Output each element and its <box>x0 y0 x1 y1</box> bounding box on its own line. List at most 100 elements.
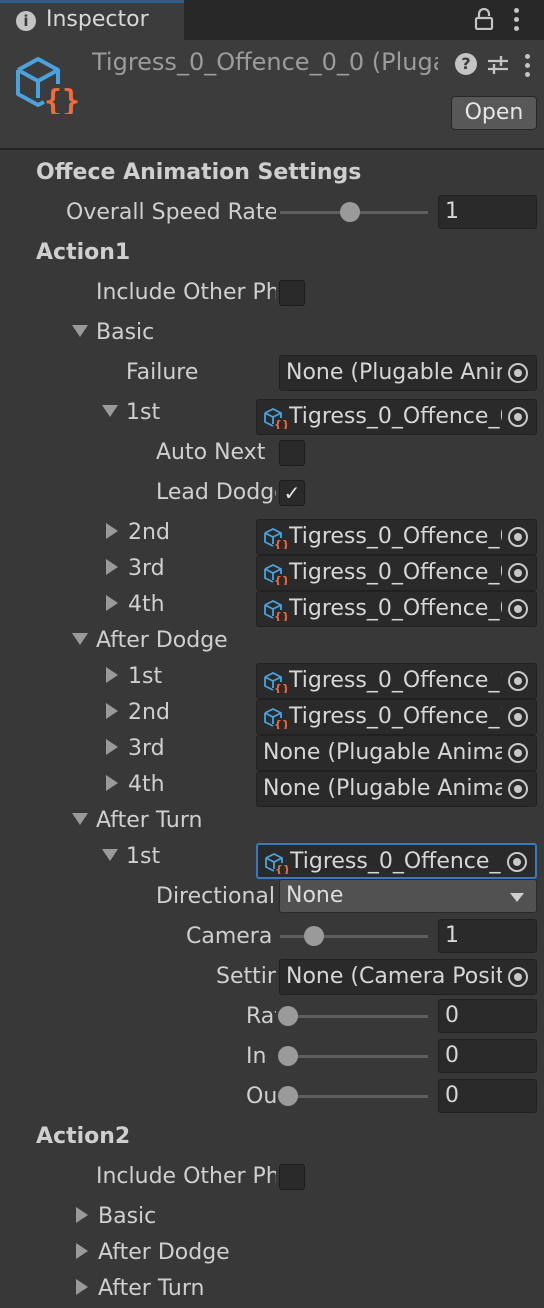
tab-menu-icon[interactable] <box>514 8 520 32</box>
out-slider-thumb[interactable] <box>278 1086 298 1106</box>
basic-1st-foldout[interactable]: 1st <box>102 400 160 425</box>
svg-text:{}: {} <box>274 718 287 729</box>
in-field[interactable]: 0 <box>438 1039 537 1073</box>
action2-after-dodge-label: After Dodge <box>98 1240 230 1265</box>
after-dodge-3rd-foldout[interactable]: 3rd <box>102 736 165 761</box>
open-button[interactable]: Open <box>451 96 537 130</box>
lock-icon[interactable] <box>474 8 494 30</box>
after-dodge-2nd-object-field[interactable]: {} Tigress_0_Offence_1_1 <box>256 699 537 735</box>
rate-slider-thumb[interactable] <box>278 1006 298 1026</box>
in-slider-thumb[interactable] <box>278 1046 298 1066</box>
after-dodge-4th-foldout[interactable]: 4th <box>102 772 165 797</box>
object-picker-icon[interactable] <box>507 852 527 872</box>
action2-include-other-checkbox[interactable] <box>279 1164 305 1190</box>
action2-after-dodge-foldout[interactable]: After Dodge <box>72 1240 230 1265</box>
basic-3rd-value: Tigress_0_Offence_0_2 <box>289 560 502 585</box>
after-dodge-3rd-object-field[interactable]: None (Plugable Animation Settings) <box>256 735 537 771</box>
basic-3rd-foldout[interactable]: 3rd <box>102 556 165 581</box>
offence-settings-header: Offece Animation Settings <box>36 160 362 185</box>
collapsed-arrow-icon <box>106 667 118 683</box>
camera-slider-track[interactable] <box>280 935 428 938</box>
camera-field[interactable]: 1 <box>438 919 537 953</box>
basic-2nd-object-field[interactable]: {} Tigress_0_Offence_0_1 <box>256 519 537 555</box>
scriptable-object-icon: {} <box>16 57 78 114</box>
preset-sliders-icon[interactable] <box>486 54 510 76</box>
expanded-arrow-icon <box>72 325 88 337</box>
after-turn-1st-value: Tigress_0_Offence_2_0 <box>290 849 501 874</box>
after-dodge-4th-object-field[interactable]: None (Plugable Animation Settings) <box>256 771 537 807</box>
basic-1st-object-field[interactable]: {} Tigress_0_Offence_0_0 <box>256 399 537 435</box>
settings-object-field[interactable]: None (Camera Position Settings) <box>279 959 537 995</box>
action1-basic-foldout[interactable]: Basic <box>72 320 154 345</box>
object-picker-icon[interactable] <box>508 707 528 727</box>
object-picker-icon[interactable] <box>508 779 528 799</box>
failure-value: None (Plugable Animation Settings) <box>286 360 502 385</box>
action1-include-other-checkbox[interactable] <box>279 280 305 306</box>
scriptable-object-icon: {} <box>264 671 287 693</box>
action2-header: Action2 <box>36 1124 131 1149</box>
object-picker-icon[interactable] <box>508 363 528 383</box>
action1-after-turn-foldout[interactable]: After Turn <box>72 808 202 833</box>
collapsed-arrow-icon <box>106 775 118 791</box>
after-dodge-1st-label: 1st <box>128 664 163 689</box>
collapsed-arrow-icon <box>106 523 118 539</box>
scriptable-object-icon: {} <box>264 407 287 429</box>
header-menu-icon[interactable] <box>525 54 531 78</box>
in-label: In <box>246 1044 267 1069</box>
object-picker-icon[interactable] <box>508 671 528 691</box>
out-slider-track[interactable] <box>280 1095 428 1098</box>
after-dodge-3rd-label: 3rd <box>128 736 165 761</box>
collapsed-arrow-icon <box>106 595 118 611</box>
basic-3rd-object-field[interactable]: {} Tigress_0_Offence_0_2 <box>256 555 537 591</box>
lead-dodge-checkbox[interactable]: ✓ <box>279 480 305 506</box>
after-dodge-4th-label: 4th <box>128 772 165 797</box>
basic-2nd-foldout[interactable]: 2nd <box>102 520 170 545</box>
action1-after-turn-label: After Turn <box>96 808 203 833</box>
directional-dropdown[interactable]: None <box>279 879 537 913</box>
after-turn-1st-foldout[interactable]: 1st <box>102 844 160 869</box>
after-turn-1st-object-field[interactable]: {} Tigress_0_Offence_2_0 <box>256 843 537 879</box>
action2-basic-foldout[interactable]: Basic <box>72 1204 156 1229</box>
object-picker-icon[interactable] <box>508 599 528 619</box>
rate-field[interactable]: 0 <box>438 999 537 1033</box>
action1-include-other-label: Include Other Phase <box>96 280 276 305</box>
basic-4th-object-field[interactable]: {} Tigress_0_Offence_0_3 <box>256 591 537 627</box>
basic-2nd-value: Tigress_0_Offence_0_1 <box>289 524 502 549</box>
action2-after-turn-label: After Turn <box>98 1276 205 1301</box>
after-dodge-1st-object-field[interactable]: {} Tigress_0_Offence_1_0 <box>256 663 537 699</box>
rate-label: Rate <box>246 1004 276 1029</box>
object-picker-icon[interactable] <box>508 743 528 763</box>
out-field[interactable]: 0 <box>438 1079 537 1113</box>
scriptable-object-icon: {} <box>264 599 287 621</box>
tab-inspector[interactable]: i Inspector <box>0 0 184 40</box>
basic-4th-value: Tigress_0_Offence_0_3 <box>289 596 502 621</box>
action2-after-turn-foldout[interactable]: After Turn <box>72 1276 204 1301</box>
auto-next-checkbox[interactable] <box>279 440 305 466</box>
camera-slider-thumb[interactable] <box>304 926 324 946</box>
failure-object-field[interactable]: None (Plugable Animation Settings) <box>279 355 537 391</box>
basic-4th-foldout[interactable]: 4th <box>102 592 165 617</box>
object-picker-icon[interactable] <box>508 527 528 547</box>
action1-after-dodge-foldout[interactable]: After Dodge <box>72 628 228 653</box>
rate-slider-track[interactable] <box>280 1015 428 1018</box>
expanded-arrow-icon <box>102 849 118 861</box>
tab-bar: i Inspector <box>0 0 544 40</box>
overall-speed-field[interactable]: 1 <box>438 195 537 229</box>
after-dodge-2nd-foldout[interactable]: 2nd <box>102 700 170 725</box>
object-picker-icon[interactable] <box>508 407 528 427</box>
in-slider-track[interactable] <box>280 1055 428 1058</box>
svg-text:{}: {} <box>274 538 287 549</box>
action1-basic-label: Basic <box>96 320 155 345</box>
overall-speed-slider-thumb[interactable] <box>340 202 360 222</box>
camera-label: Camera <box>186 924 273 949</box>
action1-after-dodge-label: After Dodge <box>96 628 228 653</box>
settings-value: None (Camera Position Settings) <box>286 964 502 989</box>
collapsed-arrow-icon <box>76 1207 88 1223</box>
settings-label: Settings <box>216 964 276 989</box>
object-picker-icon[interactable] <box>508 563 528 583</box>
object-picker-icon[interactable] <box>508 967 528 987</box>
action2-basic-label: Basic <box>98 1204 157 1229</box>
after-dodge-1st-foldout[interactable]: 1st <box>102 664 162 689</box>
info-icon: i <box>16 11 36 31</box>
help-icon[interactable]: ? <box>455 53 477 75</box>
